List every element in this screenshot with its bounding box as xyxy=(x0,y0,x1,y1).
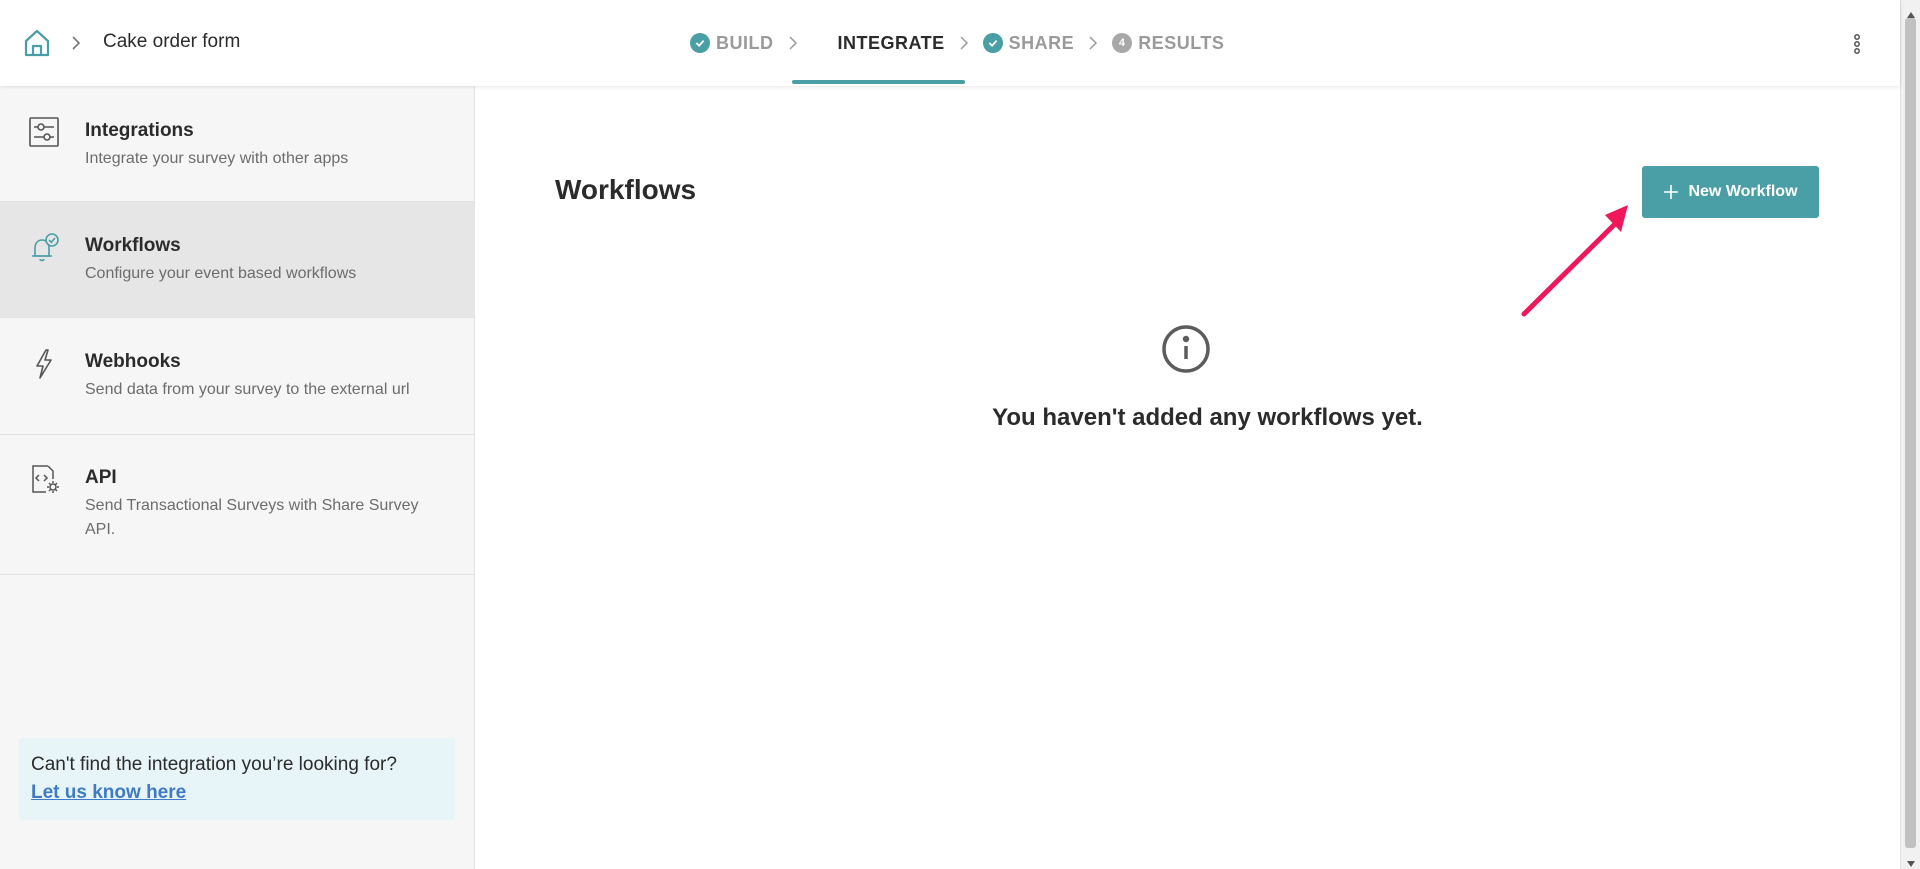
sidebar-item-api[interactable]: API Send Transactional Surveys with Shar… xyxy=(0,435,474,575)
sliders-icon xyxy=(28,116,60,148)
scroll-down-icon[interactable] xyxy=(1906,855,1916,867)
step-results[interactable]: 4 RESULTS xyxy=(1112,0,1224,86)
sidebar-item-workflows[interactable]: Workflows Configure your event based wor… xyxy=(0,202,474,318)
form-title: Cake order form xyxy=(103,31,241,52)
plus-icon xyxy=(1663,184,1679,200)
sidebar-item-title: Integrations xyxy=(85,120,194,141)
new-workflow-button[interactable]: New Workflow xyxy=(1642,166,1819,218)
scroll-up-icon[interactable] xyxy=(1906,6,1916,18)
chevron-right-icon xyxy=(1088,35,1098,51)
sidebar-item-title: Webhooks xyxy=(85,351,181,372)
step-integrate[interactable]: INTEGRATE xyxy=(791,0,965,86)
bell-check-icon xyxy=(28,232,60,264)
scrollbar[interactable] xyxy=(1900,0,1920,869)
sidebar-item-integrations[interactable]: Integrations Integrate your survey with … xyxy=(0,86,474,202)
chevron-right-icon xyxy=(788,35,798,51)
new-workflow-label: New Workflow xyxy=(1688,183,1798,200)
step-label: BUILD xyxy=(716,32,774,53)
sidebar-item-description: Integrate your survey with other apps xyxy=(85,150,349,167)
home-icon[interactable] xyxy=(22,28,52,58)
sidebar-item-description: Send data from your survey to the extern… xyxy=(85,381,410,398)
help-box: Can't find the integration you’re lookin… xyxy=(19,738,455,820)
sidebar-item-title: API xyxy=(85,467,117,488)
empty-state-text: You haven't added any workflows yet. xyxy=(992,404,1423,431)
annotation-arrow-icon xyxy=(1521,205,1628,317)
page-title: Workflows xyxy=(555,174,697,205)
sidebar-item-title: Workflows xyxy=(85,235,181,256)
lightning-icon xyxy=(28,348,60,380)
scrollbar-thumb[interactable] xyxy=(1905,18,1916,848)
check-icon xyxy=(812,33,832,53)
check-icon xyxy=(982,33,1003,53)
sidebar-item-description: Configure your event based workflows xyxy=(85,265,357,282)
step-build[interactable]: BUILD xyxy=(690,0,774,86)
check-icon xyxy=(690,33,710,53)
chevron-right-icon xyxy=(959,35,969,51)
code-gear-icon xyxy=(28,463,60,495)
step-share[interactable]: SHARE xyxy=(982,0,1075,86)
chevron-right-icon xyxy=(70,33,82,53)
step-label: RESULTS xyxy=(1138,32,1225,53)
step-navigation: BUILD INTEGRATE SHARE 4 RESULTS xyxy=(690,0,1224,86)
step-number-badge: 4 xyxy=(1112,33,1133,53)
let-us-know-link[interactable]: Let us know here xyxy=(31,782,186,804)
info-icon xyxy=(1160,323,1212,375)
step-label: INTEGRATE xyxy=(837,32,945,53)
empty-state-message: You haven't added any workflows yet. xyxy=(0,404,1920,432)
sidebar: Integrations Integrate your survey with … xyxy=(0,86,475,869)
step-label: SHARE xyxy=(1008,32,1075,53)
sidebar-item-description: Send Transactional Surveys with Share Su… xyxy=(85,497,419,538)
more-options-icon[interactable] xyxy=(1852,32,1862,56)
help-question: Can't find the integration you’re lookin… xyxy=(31,754,397,775)
top-bar: Cake order form BUILD INTEGRATE SHARE 4 … xyxy=(0,0,1900,86)
